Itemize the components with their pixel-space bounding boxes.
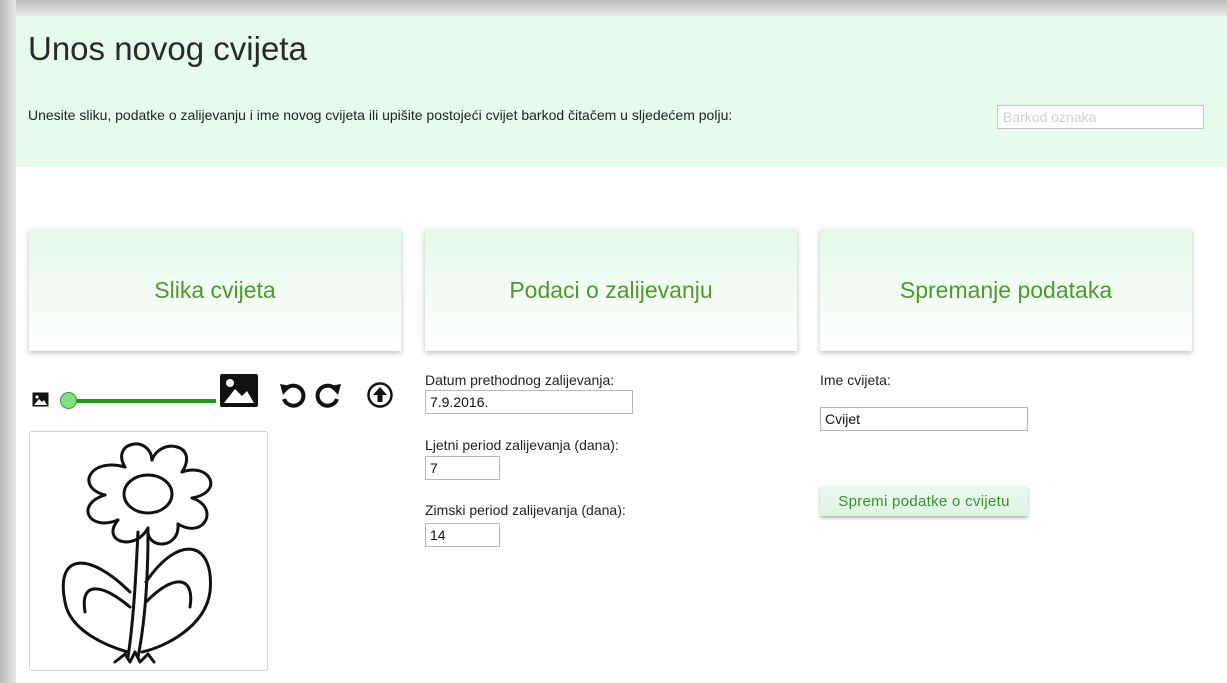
page: Unos novog cvijeta Unesite sliku, podatk… (16, 16, 1227, 683)
card-watering-title: Podaci o zalijevanju (509, 276, 713, 303)
barcode-input[interactable] (997, 105, 1204, 129)
rotate-right-icon[interactable] (313, 380, 343, 415)
card-saving-title: Spremanje podataka (899, 276, 1113, 303)
zoom-slider-handle[interactable] (60, 392, 77, 409)
flower-name-label: Ime cvijeta: (820, 372, 891, 388)
instruction-text: Unesite sliku, podatke o zalijevanju i i… (28, 107, 733, 123)
last-watering-date-input[interactable] (425, 390, 633, 414)
window-frame-top (0, 0, 1227, 16)
summer-period-label: Ljetni period zalijevanja (dana): (425, 437, 619, 453)
winter-period-input[interactable] (425, 523, 500, 547)
last-watering-label: Datum prethodnog zalijevanja: (425, 372, 615, 388)
card-image: Slika cvijeta (29, 229, 401, 351)
window-frame-left (0, 0, 16, 683)
large-image-icon[interactable] (220, 374, 258, 412)
rotate-left-icon[interactable] (278, 380, 308, 415)
zoom-slider[interactable] (60, 389, 218, 413)
flower-name-input[interactable] (820, 407, 1028, 431)
flower-image (29, 431, 268, 671)
card-watering: Podaci o zalijevanju (425, 229, 797, 351)
zoom-slider-track (68, 399, 216, 403)
small-image-icon[interactable] (32, 392, 49, 412)
winter-period-label: Zimski period zalijevanja (dana): (425, 502, 626, 518)
page-title: Unos novog cvijeta (28, 30, 307, 67)
card-saving: Spremanje podataka (820, 229, 1192, 351)
save-flower-button[interactable]: Spremi podatke o cvijetu (820, 486, 1028, 516)
card-image-title: Slika cvijeta (154, 276, 276, 303)
summer-period-input[interactable] (425, 456, 500, 480)
header: Unos novog cvijeta Unesite sliku, podatk… (16, 16, 1227, 167)
flower-drawing (61, 442, 213, 664)
upload-icon[interactable] (367, 382, 393, 413)
